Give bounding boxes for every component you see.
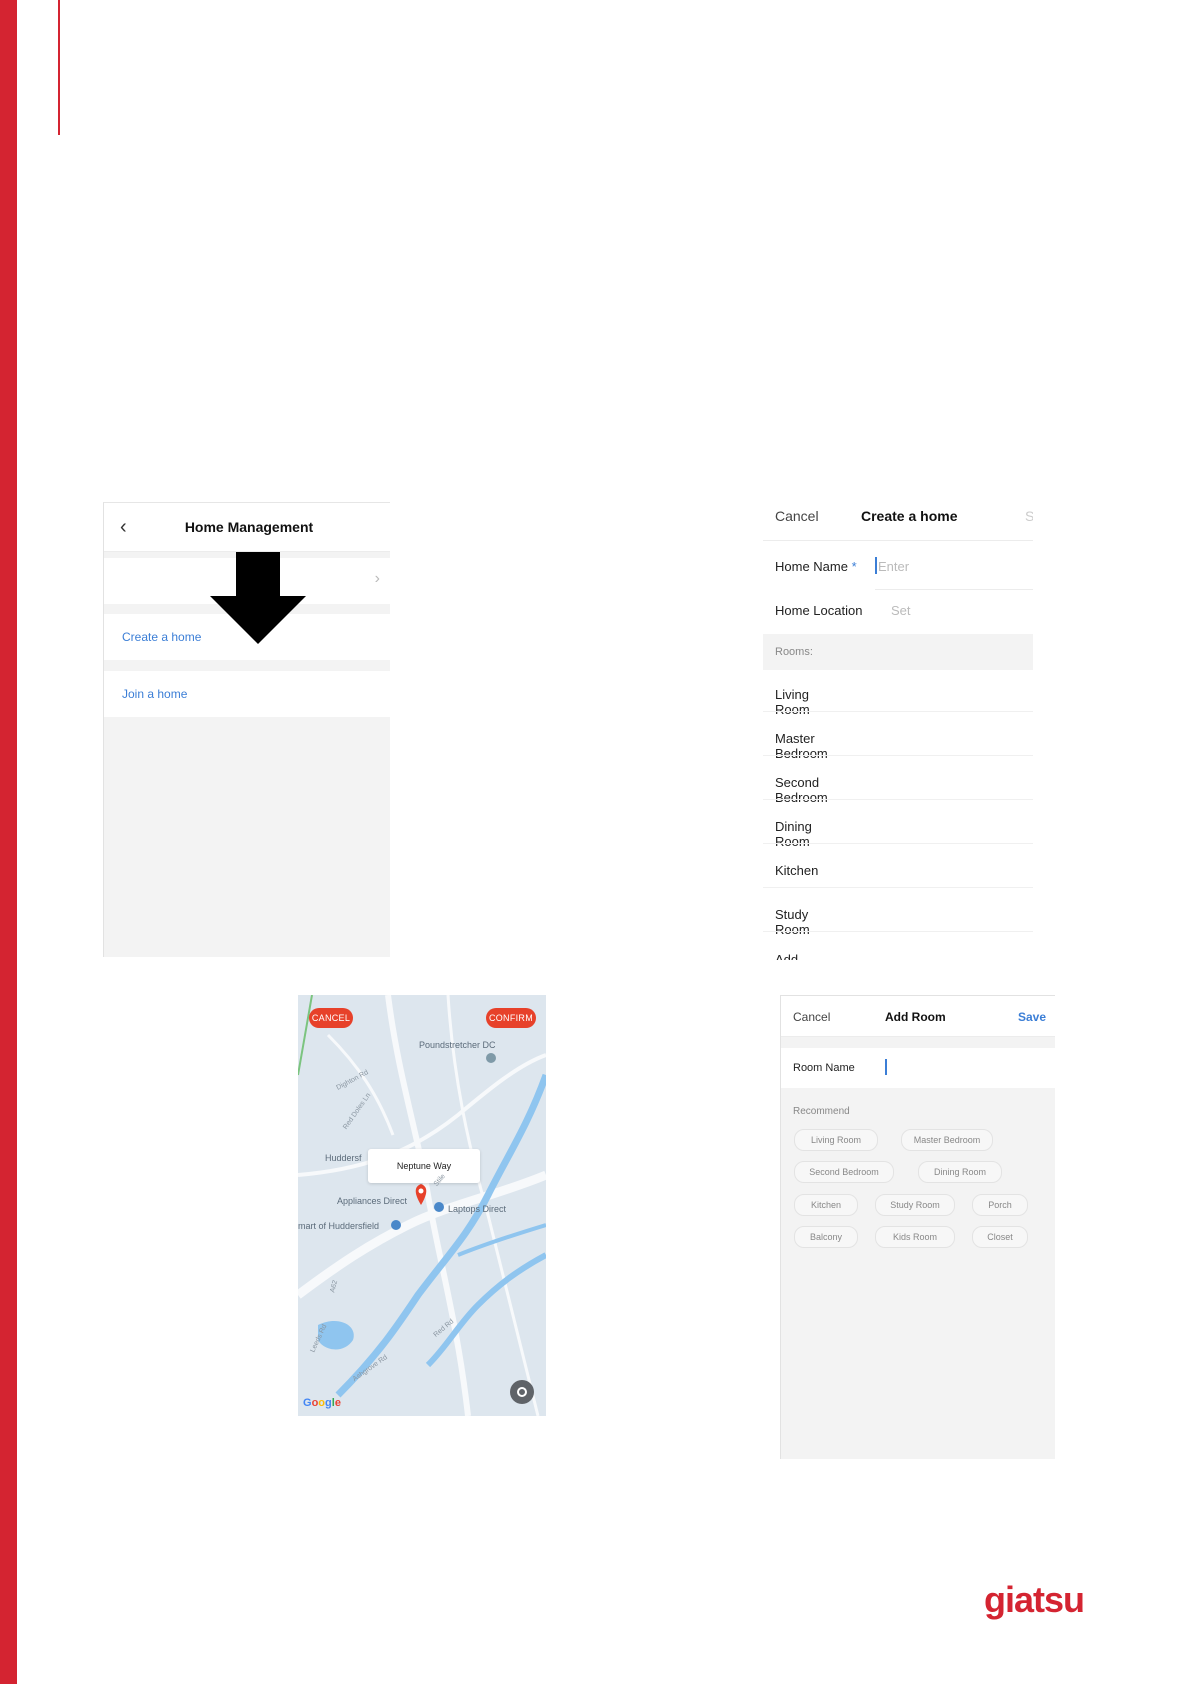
room-chip[interactable]: Study Room — [875, 1194, 955, 1216]
room-chip[interactable]: Porch — [972, 1194, 1028, 1216]
page-edge-bar — [0, 0, 17, 1684]
recommend-label: Recommend — [793, 1106, 850, 1117]
divider — [875, 589, 1033, 590]
home-location-label: Home Location — [775, 603, 863, 618]
room-chip[interactable]: Second Bedroom — [794, 1161, 894, 1183]
list-item[interactable]: Second Bedroom — [775, 775, 828, 805]
divider — [763, 887, 1033, 888]
google-logo: Google — [303, 1397, 341, 1409]
map-label: Appliances Direct — [337, 1196, 408, 1206]
header: Cancel Create a home S — [763, 492, 1033, 541]
list-item[interactable]: Study Room — [775, 907, 810, 937]
map-label: mart of Huddersfield — [298, 1221, 380, 1231]
confirm-button[interactable]: CONFIRM — [486, 1008, 536, 1028]
text-caret — [875, 557, 877, 574]
list-item[interactable]: Living Room — [775, 687, 810, 717]
room-chip[interactable]: Kitchen — [794, 1194, 858, 1216]
divider — [763, 931, 1033, 932]
place-tooltip: Neptune Way — [368, 1149, 480, 1183]
chevron-right-icon: › — [374, 570, 380, 587]
arrow-down-icon — [210, 552, 306, 644]
map-label: Poundstretcher DC — [419, 1040, 496, 1050]
join-home-row[interactable]: Join a home — [104, 671, 390, 717]
create-home-link[interactable]: Create a home — [122, 630, 201, 644]
room-name-field[interactable]: Room Name — [781, 1048, 1055, 1088]
header: ‹ Home Management — [104, 503, 390, 552]
map-screen[interactable]: CANCEL CONFIRM Poundstretcher DC Dighton… — [298, 995, 546, 1416]
room-name-label: Room Name — [793, 1062, 855, 1074]
divider — [763, 711, 1033, 712]
map-label: Laptops Direct — [448, 1204, 507, 1214]
page-title: Add Room — [885, 1010, 946, 1024]
list-item[interactable]: Master Bedroom — [775, 731, 828, 761]
create-home-screen: Cancel Create a home S Home Name * Enter… — [763, 492, 1033, 960]
add-room-screen: Cancel Add Room Save Room Name Recommend… — [780, 995, 1055, 1459]
page-title: Create a home — [861, 508, 958, 524]
list-item[interactable]: Kitchen — [775, 863, 818, 878]
save-button[interactable]: Save — [1018, 1010, 1046, 1024]
rooms-label: Rooms: — [775, 646, 813, 658]
divider — [763, 843, 1033, 844]
divider — [763, 755, 1033, 756]
room-chip[interactable]: Dining Room — [918, 1161, 1002, 1183]
room-chip[interactable]: Balcony — [794, 1226, 858, 1248]
home-location-input[interactable]: Set — [891, 603, 911, 618]
cancel-button[interactable]: Cancel — [775, 508, 819, 524]
divider — [763, 799, 1033, 800]
map-label: Huddersf — [325, 1153, 362, 1163]
list-item[interactable]: Dining Room — [775, 819, 812, 849]
header-rule — [58, 0, 60, 135]
home-name-input[interactable]: Enter — [878, 559, 909, 574]
home-name-label: Home Name * — [775, 559, 857, 574]
add-room-link[interactable]: Add Room — [775, 952, 810, 960]
page-title: Home Management — [184, 519, 314, 535]
room-chip[interactable]: Living Room — [794, 1129, 878, 1151]
giatsu-logo: giatsu — [984, 1582, 1085, 1620]
room-chip[interactable]: Closet — [972, 1226, 1028, 1248]
save-button[interactable]: S — [1025, 508, 1033, 524]
header: Cancel Add Room Save — [781, 996, 1055, 1037]
text-caret — [885, 1059, 887, 1075]
join-home-link[interactable]: Join a home — [122, 687, 187, 701]
svg-text:giatsu: giatsu — [984, 1582, 1084, 1620]
map-canvas — [298, 995, 546, 1416]
cancel-button[interactable]: CANCEL — [309, 1008, 353, 1028]
room-chip[interactable]: Kids Room — [875, 1226, 955, 1248]
cancel-button[interactable]: Cancel — [793, 1010, 830, 1024]
my-location-button[interactable] — [510, 1380, 534, 1404]
room-chip[interactable]: Master Bedroom — [901, 1129, 993, 1151]
rooms-section-header: Rooms: — [763, 634, 1033, 670]
